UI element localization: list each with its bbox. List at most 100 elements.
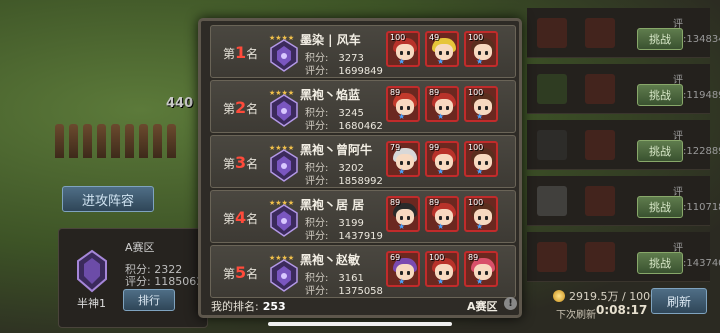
leaderboard-modal: 第1名 ★★★★ 墨染 | 风车 积分: 3273 评分: 1699849 100 xyxy=(198,18,522,318)
fence-decoration xyxy=(55,118,205,158)
hero-lineup: 100 ★ 49 ★ 100 ★ xyxy=(386,31,498,67)
self-score: 评分: 1185062 xyxy=(125,275,204,288)
hero-level: 89 xyxy=(429,198,440,207)
star-icon: ★ xyxy=(398,277,406,286)
next-refresh-label: 下次刷新 xyxy=(556,310,596,321)
leaderboard-row[interactable]: 第2名 ★★★★ 黑袍丶焰蓝 积分: 3245 评分: 1680462 89 ★… xyxy=(210,80,516,133)
hero-avatar[interactable]: 100 ★ xyxy=(386,31,420,67)
leaderboard-row[interactable]: 第4名 ★★★★ 黑袍丶居 居 积分:3199 评分:1437919 89 xyxy=(210,190,516,243)
leaderboard-row[interactable]: 第1名 ★★★★ 墨染 | 风车 积分: 3273 评分: 1699849 100 xyxy=(210,25,516,78)
hero-avatar[interactable]: 100 ★ xyxy=(464,86,498,122)
hero-level: 99 xyxy=(429,143,440,152)
star-icon: ★ xyxy=(398,57,406,66)
player-score: 评分: 1680462 xyxy=(305,121,383,132)
hero-avatar[interactable]: 100 ★ xyxy=(425,251,459,287)
rank-emblem-icon: ★★★★ xyxy=(267,142,301,182)
rank-label: 第2名 xyxy=(223,98,259,117)
hero-avatar[interactable]: 89 ★ xyxy=(386,196,420,232)
self-info-panel: A赛区 积分: 2322 评分: 1185062 半神1 排行 xyxy=(58,228,208,328)
hero-avatar[interactable]: 99 ★ xyxy=(425,141,459,177)
hero-avatar[interactable]: 89 ★ xyxy=(425,196,459,232)
self-zone-label: A赛区 xyxy=(125,241,155,254)
rank-label: 第5名 xyxy=(223,263,259,282)
player-name: 黑袍丶赵敏 xyxy=(300,253,361,267)
rank-button[interactable]: 排行 xyxy=(123,289,175,311)
rank-emblem-icon xyxy=(73,249,111,297)
coin-counter: 2919.5万 / 1000 xyxy=(553,288,657,304)
rank-emblem-icon: ★★★★ xyxy=(267,32,301,72)
left-score-text: 440 xyxy=(166,96,194,111)
challenge-button[interactable]: 挑战 xyxy=(637,196,683,218)
rank-emblem-icon: ★★★★ xyxy=(267,252,301,292)
home-indicator[interactable] xyxy=(268,322,452,326)
star-icon: ★ xyxy=(437,57,445,66)
rank-label: 第3名 xyxy=(223,153,259,172)
my-rank: 我的排名: 253 xyxy=(211,300,286,313)
star-icon: ★ xyxy=(476,222,484,231)
player-name: 墨染 | 风车 xyxy=(300,33,361,47)
opponent-row: 评分:1194897 挑战 xyxy=(527,64,720,114)
rank-emblem-icon: ★★★★ xyxy=(267,87,301,127)
hero-level: 89 xyxy=(390,88,401,97)
hero-lineup: 69 ★ 100 ★ 89 ★ xyxy=(386,251,498,287)
hero-level: 89 xyxy=(390,198,401,207)
challenge-button[interactable]: 挑战 xyxy=(637,84,683,106)
hero-avatar[interactable]: 89 ★ xyxy=(464,251,498,287)
info-icon[interactable]: ! xyxy=(504,297,517,310)
leaderboard-row[interactable]: 第3名 ★★★★ 黑袍丶曾阿牛 积分:3202 评分:1858992 79 xyxy=(210,135,516,188)
hero-avatar[interactable]: 89 ★ xyxy=(425,86,459,122)
star-icon: ★ xyxy=(398,222,406,231)
star-icon: ★ xyxy=(398,167,406,176)
leaderboard-row[interactable]: 第5名 ★★★★ 黑袍丶赵敏 积分: 3161 评分: 1375058 69 ★… xyxy=(210,245,516,298)
hero-level: 100 xyxy=(468,198,484,207)
hero-level: 100 xyxy=(468,88,484,97)
star-icon: ★ xyxy=(476,277,484,286)
hero-avatar[interactable]: 89 ★ xyxy=(386,86,420,122)
hero-level: 100 xyxy=(429,253,445,262)
coin-icon xyxy=(553,290,565,302)
star-icon: ★ xyxy=(398,112,406,121)
hero-level: 100 xyxy=(468,143,484,152)
opponent-row: 评分:1437406 挑战 xyxy=(527,232,720,282)
player-score: 评分: 1858992 xyxy=(305,176,383,187)
star-icon: ★ xyxy=(437,277,445,286)
hero-avatar[interactable]: 100 ★ xyxy=(464,31,498,67)
opponent-list: 评分:1348342 挑战 评分:1194897 挑战 评分:1228891 挑… xyxy=(527,8,720,286)
attack-lineup-button[interactable]: 进攻阵容 xyxy=(62,186,154,212)
hero-avatar[interactable]: 100 ★ xyxy=(464,196,498,232)
hero-avatar[interactable]: 69 ★ xyxy=(386,251,420,287)
hero-level: 49 xyxy=(429,33,440,42)
challenge-button[interactable]: 挑战 xyxy=(637,140,683,162)
rank-label: 第4名 xyxy=(223,208,259,227)
star-icon: ★ xyxy=(437,167,445,176)
challenge-button[interactable]: 挑战 xyxy=(637,28,683,50)
refresh-button[interactable]: 刷新 xyxy=(651,288,707,314)
zone-label: A赛区 xyxy=(467,300,498,313)
hero-level: 89 xyxy=(429,88,440,97)
hero-level: 100 xyxy=(390,33,406,42)
player-name: 黑袍丶居 居 xyxy=(300,198,365,212)
player-score: 评分: 1437919 xyxy=(305,231,383,242)
hero-lineup: 89 ★ 89 ★ 100 ★ xyxy=(386,86,498,122)
opponent-row: 评分:1228891 挑战 xyxy=(527,120,720,170)
hero-lineup: 79 ★ 99 ★ 100 ★ xyxy=(386,141,498,177)
hero-lineup: 89 ★ 89 ★ 100 ★ xyxy=(386,196,498,232)
star-icon: ★ xyxy=(476,112,484,121)
leaderboard-footer: 我的排名: 253 A赛区 ! xyxy=(201,295,519,315)
next-refresh-time: 0:08:17 xyxy=(596,303,648,317)
player-score: 评分: 1699849 xyxy=(305,66,383,77)
player-name: 黑袍丶焰蓝 xyxy=(300,88,361,102)
hero-avatar[interactable]: 49 ★ xyxy=(425,31,459,67)
star-icon: ★ xyxy=(437,112,445,121)
self-title: 半神1 xyxy=(77,297,106,310)
star-icon: ★ xyxy=(476,57,484,66)
challenge-button[interactable]: 挑战 xyxy=(637,252,683,274)
hero-level: 89 xyxy=(468,253,479,262)
hero-level: 100 xyxy=(468,33,484,42)
hero-avatar[interactable]: 79 ★ xyxy=(386,141,420,177)
hero-avatar[interactable]: 100 ★ xyxy=(464,141,498,177)
rank-label: 第1名 xyxy=(223,43,259,62)
hero-level: 69 xyxy=(390,253,401,262)
hero-level: 79 xyxy=(390,143,401,152)
opponent-row: 评分:1107183 挑战 xyxy=(527,176,720,226)
